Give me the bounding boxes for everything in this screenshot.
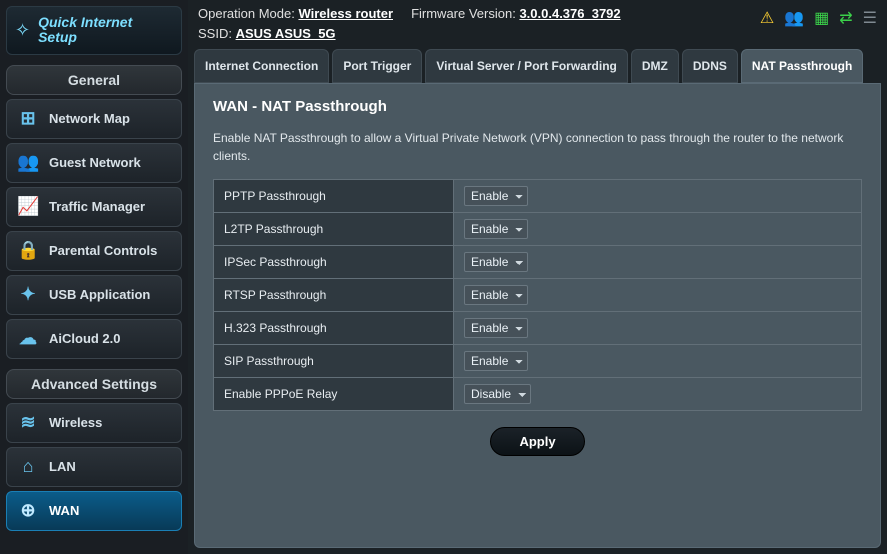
network-map-icon: ⊞ (17, 108, 39, 129)
tab-nat-passthrough[interactable]: NAT Passthrough (741, 49, 863, 83)
traffic-manager-icon: 📈 (17, 196, 39, 217)
qis-label: Quick Internet Setup (38, 15, 173, 46)
sidebar-item-label: Parental Controls (49, 244, 171, 258)
sidebar-item-usb-application[interactable]: ✦ USB Application (6, 275, 182, 315)
tab-port-trigger[interactable]: Port Trigger (332, 49, 422, 83)
setting-label: IPSec Passthrough (214, 246, 454, 279)
ssid-label: SSID: (198, 26, 232, 41)
guest-network-icon: 👥 (17, 152, 39, 173)
sidebar-item-label: WAN (49, 504, 171, 518)
main-area: Operation Mode: Wireless router Firmware… (188, 0, 887, 554)
sidebar-item-label: Network Map (49, 112, 171, 126)
fw-label: Firmware Version: (411, 6, 516, 21)
sidebar-item-label: LAN (49, 460, 171, 474)
setting-row: Enable PPPoE Relay Disable (214, 378, 862, 411)
setting-select[interactable]: Enable (464, 252, 528, 272)
setting-label: Enable PPPoE Relay (214, 378, 454, 411)
quick-internet-setup-button[interactable]: ✧ Quick Internet Setup (6, 6, 182, 55)
panel: WAN - NAT Passthrough Enable NAT Passthr… (194, 83, 881, 548)
setting-label: L2TP Passthrough (214, 213, 454, 246)
ssid-link[interactable]: ASUS ASUS_5G (236, 26, 336, 41)
wireless-icon: ≋ (17, 412, 39, 433)
sidebar-item-label: AiCloud 2.0 (49, 332, 171, 346)
setting-value-cell: Enable (454, 246, 862, 279)
tabs: Internet Connection Port Trigger Virtual… (188, 45, 887, 83)
setting-row: PPTP Passthrough Enable (214, 180, 862, 213)
tab-internet-connection[interactable]: Internet Connection (194, 49, 329, 83)
general-section-header: General (6, 65, 182, 95)
sidebar-item-label: Traffic Manager (49, 200, 171, 214)
tab-dmz[interactable]: DMZ (631, 49, 679, 83)
setting-row: H.323 Passthrough Enable (214, 312, 862, 345)
printer-status-icon[interactable]: ☰ (863, 8, 877, 28)
sidebar-item-parental-controls[interactable]: 🔒 Parental Controls (6, 231, 182, 271)
setting-value-cell: Enable (454, 279, 862, 312)
sidebar-item-wireless[interactable]: ≋ Wireless (6, 403, 182, 443)
setting-value-cell: Disable (454, 378, 862, 411)
sidebar-item-traffic-manager[interactable]: 📈 Traffic Manager (6, 187, 182, 227)
warning-icon[interactable]: ⚠ (760, 8, 774, 28)
sidebar: ✧ Quick Internet Setup General ⊞ Network… (0, 0, 188, 554)
sidebar-item-lan[interactable]: ⌂ LAN (6, 447, 182, 487)
setting-row: IPSec Passthrough Enable (214, 246, 862, 279)
wand-icon: ✧ (15, 20, 30, 41)
topbar: Operation Mode: Wireless router Firmware… (188, 0, 887, 45)
sidebar-item-label: Wireless (49, 416, 171, 430)
tab-virtual-server[interactable]: Virtual Server / Port Forwarding (425, 49, 628, 83)
sidebar-item-label: Guest Network (49, 156, 171, 170)
setting-label: PPTP Passthrough (214, 180, 454, 213)
wan-icon: ⊕ (17, 500, 39, 521)
sidebar-item-wan[interactable]: ⊕ WAN (6, 491, 182, 531)
setting-label: H.323 Passthrough (214, 312, 454, 345)
sidebar-item-network-map[interactable]: ⊞ Network Map (6, 99, 182, 139)
advanced-section-header: Advanced Settings (6, 369, 182, 399)
setting-row: RTSP Passthrough Enable (214, 279, 862, 312)
setting-select[interactable]: Enable (464, 318, 528, 338)
sidebar-item-guest-network[interactable]: 👥 Guest Network (6, 143, 182, 183)
cloud-icon: ☁ (17, 328, 39, 349)
setting-value-cell: Enable (454, 345, 862, 378)
setting-label: SIP Passthrough (214, 345, 454, 378)
network-status-icon[interactable]: ▦ (814, 8, 829, 28)
setting-value-cell: Enable (454, 213, 862, 246)
lock-icon: 🔒 (17, 240, 39, 261)
sidebar-item-label: USB Application (49, 288, 171, 302)
setting-select[interactable]: Enable (464, 351, 528, 371)
usb-icon: ✦ (17, 284, 39, 305)
usb-status-icon[interactable]: ⇄ (839, 8, 852, 28)
settings-table: PPTP Passthrough Enable L2TP Passthrough En… (213, 179, 862, 411)
fw-link[interactable]: 3.0.0.4.376_3792 (519, 6, 620, 21)
topbar-status-icons: ⚠ 👥 ▦ ⇄ ☰ (760, 4, 877, 28)
setting-row: SIP Passthrough Enable (214, 345, 862, 378)
setting-select[interactable]: Enable (464, 285, 528, 305)
setting-select[interactable]: Enable (464, 219, 528, 239)
setting-value-cell: Enable (454, 312, 862, 345)
setting-value-cell: Enable (454, 180, 862, 213)
panel-description: Enable NAT Passthrough to allow a Virtua… (213, 129, 862, 165)
tab-ddns[interactable]: DDNS (682, 49, 738, 83)
setting-select[interactable]: Enable (464, 186, 528, 206)
lan-icon: ⌂ (17, 456, 39, 477)
op-mode-link[interactable]: Wireless router (298, 6, 393, 21)
op-mode-label: Operation Mode: (198, 6, 295, 21)
setting-label: RTSP Passthrough (214, 279, 454, 312)
setting-row: L2TP Passthrough Enable (214, 213, 862, 246)
sidebar-item-aicloud[interactable]: ☁ AiCloud 2.0 (6, 319, 182, 359)
apply-button[interactable]: Apply (490, 427, 584, 456)
setting-select[interactable]: Disable (464, 384, 531, 404)
panel-title: WAN - NAT Passthrough (213, 98, 862, 115)
clients-icon[interactable]: 👥 (784, 8, 804, 28)
